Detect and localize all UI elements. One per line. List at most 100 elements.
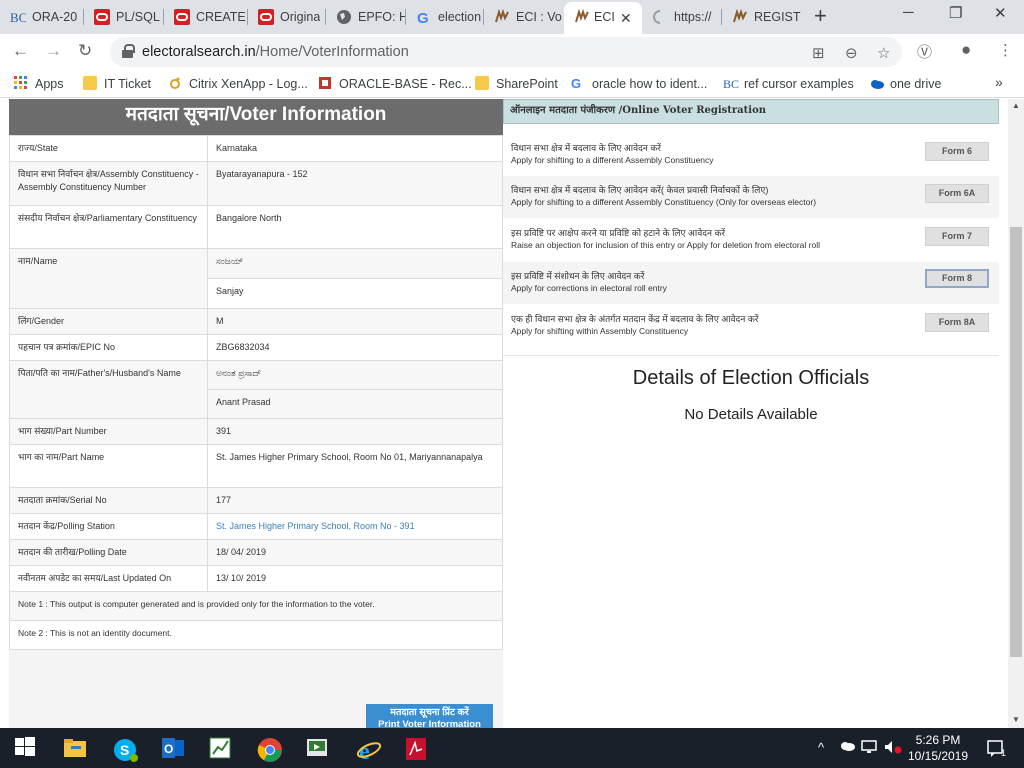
volume-muted-icon[interactable] [884,740,902,757]
scroll-down-arrow-icon[interactable]: ▼ [1012,715,1020,724]
zoom-icon[interactable]: ⊖ [845,44,858,62]
window-close-button[interactable]: ✕ [994,4,1007,22]
bookmark-it-ticket[interactable]: IT Ticket [83,76,151,91]
translate-icon[interactable]: ⊞ [812,44,825,62]
form-7-button[interactable]: Form 7 [925,227,989,246]
oracle-base-icon [318,76,332,90]
network-tray-icon[interactable] [861,740,879,757]
bookmark-apps[interactable]: Apps [14,76,64,91]
bc-icon: BC [723,76,739,91]
bookmarks-overflow-icon[interactable]: » [995,74,1003,90]
bookmark-one-drive[interactable]: one drive [869,76,941,91]
tab-eci-active[interactable]: ECI ✕ [564,2,642,34]
new-tab-button[interactable]: + [814,4,827,28]
browser-toolbar: ← → ↻ electoralsearch.in/Home/VoterInfor… [0,34,1024,70]
tab-title: CREATE [196,10,246,24]
field-label: भाग का नाम/Part Name [9,444,208,488]
field-label: पिता/पति का नाम/Father's/Husband's Name [9,360,208,419]
tab-register[interactable]: REGIST [722,4,802,30]
clock-time: 5:26 PM [915,733,961,747]
media-app-icon[interactable] [306,737,330,759]
address-bar[interactable]: electoralsearch.in/Home/VoterInformation… [110,37,902,67]
back-button[interactable]: ← [12,41,29,61]
form-6a-button[interactable]: Form 6A [925,184,989,203]
tab-epfo[interactable]: EPFO: H [326,4,406,30]
form-description-english: Apply for shifting to a different Assemb… [511,197,817,207]
close-tab-icon[interactable]: ✕ [620,10,632,27]
form-8-button[interactable]: Form 8 [925,269,989,288]
polling-station-link[interactable]: St. James Higher Primary School, Room No… [207,513,503,540]
svg-text:G: G [571,76,581,90]
reload-button[interactable]: ↻ [78,41,92,61]
field-value: Anant Prasad [207,389,503,419]
oracle-icon [258,9,274,25]
minimize-button[interactable]: ─ [903,4,914,21]
scrollbar-thumb[interactable] [1010,227,1022,657]
svg-text:BC: BC [10,10,26,25]
election-officials-title: Details of Election Officials [632,367,870,389]
tab-create[interactable]: CREATE [164,4,248,30]
bookmark-ref-cursor[interactable]: BC ref cursor examples [723,76,854,91]
page-scrollbar[interactable]: ▲ ▼ [1008,99,1024,729]
bookmark-citrix[interactable]: Citrix XenApp - Log... [168,76,308,91]
skype-icon[interactable]: S [112,737,138,762]
bookmark-oracle-how[interactable]: Goracle how to ident... [571,76,707,91]
chart-app-icon[interactable] [209,737,233,759]
extension-icon[interactable]: Ⓥ [917,41,932,62]
table-row: विधान सभा निर्वाचन क्षेत्र/Assembly Cons… [9,161,503,206]
tab-title: REGIST [754,10,801,24]
forward-button[interactable]: → [45,41,62,61]
field-value: 177 [207,487,503,514]
form-description-hindi: इस प्रविष्टि में संशोधन के लिए आवेदन करे… [511,271,645,281]
restore-button[interactable]: ❐ [949,4,962,22]
table-row: पहचान पत्र क्रमांक/EPIC No ZBG6832034 [9,334,503,361]
tab-election[interactable]: G election [406,4,484,30]
menu-icon[interactable]: ⋮ [998,41,1013,59]
field-value: Byatarayanapura - 152 [207,161,503,206]
tab-plsql[interactable]: PL/SQL [84,4,164,30]
bookmark-oracle-base[interactable]: ORACLE-BASE - Rec... [318,76,472,91]
print-voter-information-button[interactable]: मतदाता सूचना प्रिंट करें Print Voter Inf… [366,704,493,729]
account-icon[interactable]: ● [961,40,971,60]
form-6-button[interactable]: Form 6 [925,142,989,161]
taskbar-clock[interactable]: 5:26 PM 10/15/2019 [905,732,971,764]
folder-icon [83,76,97,90]
tab-https-loading[interactable]: https:// [642,4,722,30]
internet-explorer-icon[interactable]: e [356,737,382,765]
bc-icon: BC [10,9,27,25]
tab-title: EPFO: H [358,10,406,24]
clock-date: 10/15/2019 [907,749,969,763]
pdf-reader-icon[interactable] [405,737,429,760]
note-1: Note 1 : This output is computer generat… [9,591,503,621]
table-row: लिंग/Gender M [9,308,503,335]
bookmark-label: one drive [890,77,942,91]
bookmark-star-icon[interactable]: ☆ [877,44,890,62]
polling-station-link-text[interactable]: St. James Higher Primary School, Room No… [216,521,415,531]
bookmark-label: IT Ticket [104,77,152,91]
field-value: ಅನಂತ ಪ್ರಸಾದ್ [207,360,503,390]
form-row: विधान सभा क्षेत्र में बदलाव के लिए आवेदन… [503,134,999,176]
outlook-icon[interactable]: O [160,737,184,759]
tab-original[interactable]: Origina [248,4,326,30]
svg-text:S: S [120,742,129,758]
onedrive-tray-icon[interactable] [839,740,855,755]
file-explorer-icon[interactable] [63,737,87,759]
tray-chevron-icon[interactable]: ^ [818,740,824,755]
scroll-up-arrow-icon[interactable]: ▲ [1012,101,1020,110]
field-value: 391 [207,418,503,445]
tab-eci-voter[interactable]: ECI : Vo [484,4,564,30]
windows-start-icon[interactable] [15,737,39,759]
bookmark-label: Citrix XenApp - Log... [189,77,308,91]
tab-ora-20[interactable]: BC ORA-20 [0,4,84,30]
chrome-icon[interactable] [257,737,282,762]
field-value: Sanjay [207,278,503,309]
url-host: electoralsearch.in [142,44,256,60]
form-8a-button[interactable]: Form 8A [925,313,989,332]
note-2: Note 2 : This is not an identity documen… [9,620,503,650]
table-row: मतदान केंद्र/Polling Station St. James H… [9,513,503,540]
cloud-icon [869,76,884,90]
svg-text:O: O [164,742,173,756]
bookmark-sharepoint[interactable]: SharePoint [475,76,558,91]
url-text[interactable]: electoralsearch.in/Home/VoterInformation [142,44,409,60]
voter-information-heading: मतदाता सूचना/Voter Information [9,99,503,135]
